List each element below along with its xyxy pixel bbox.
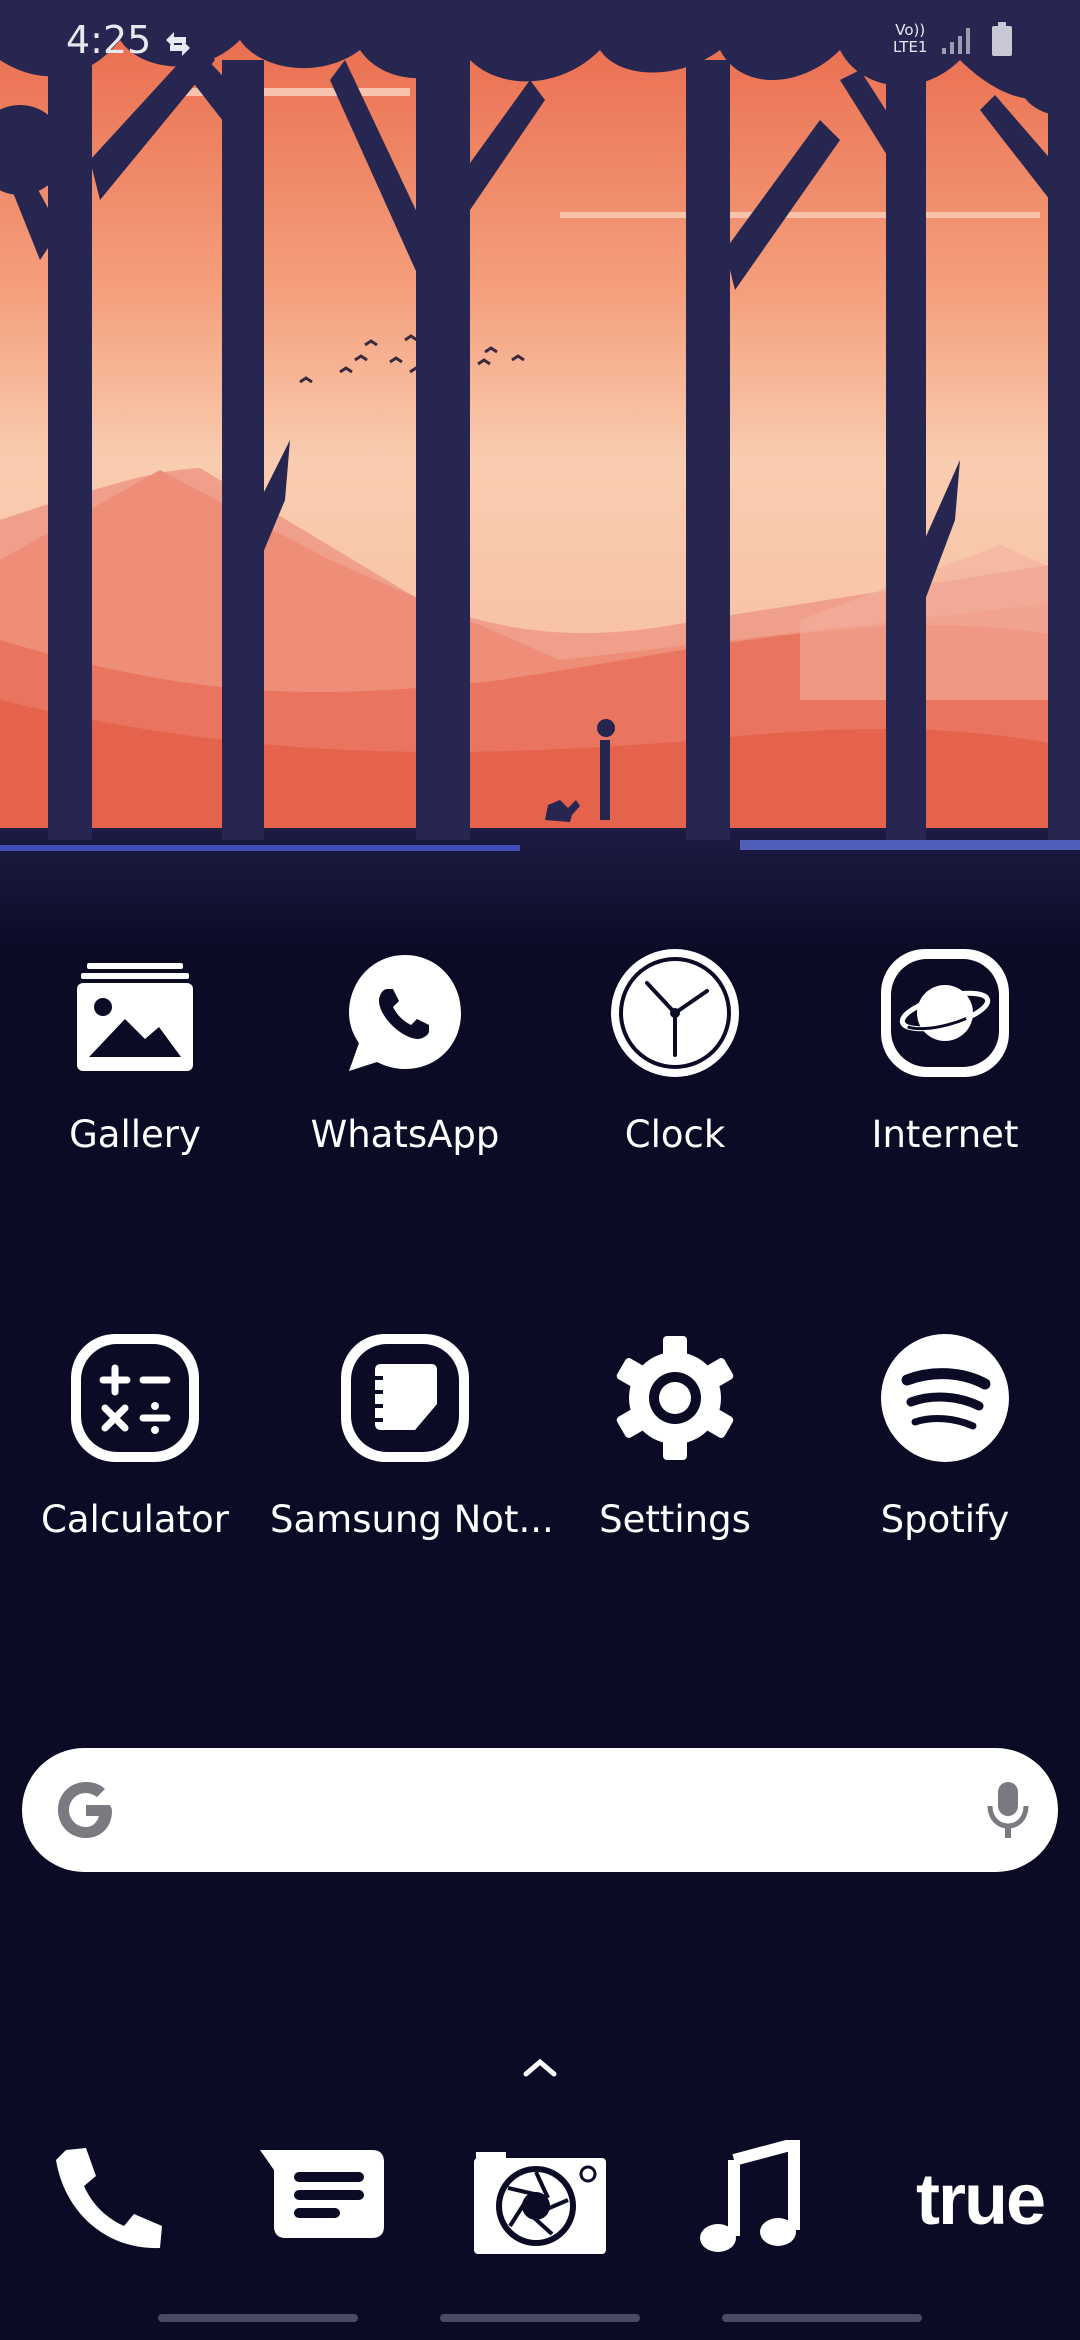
app-label: Samsung Not... bbox=[270, 1498, 554, 1541]
app-label: Gallery bbox=[69, 1113, 201, 1156]
spotify-icon bbox=[881, 1334, 1009, 1462]
network-label-bottom: LTE1 bbox=[893, 38, 928, 56]
gallery-icon bbox=[77, 963, 193, 1071]
status-time: 4:25 bbox=[66, 18, 152, 62]
music-icon bbox=[700, 2136, 800, 2252]
network-label-top: Vo)) bbox=[895, 21, 926, 39]
wallpaper bbox=[0, 0, 1080, 950]
calculator-icon bbox=[71, 1334, 199, 1462]
gear-icon bbox=[616, 1336, 734, 1460]
app-label: Internet bbox=[871, 1113, 1019, 1156]
phone-icon bbox=[56, 2148, 162, 2249]
chevron-up-icon[interactable] bbox=[520, 2054, 560, 2082]
app-label: WhatsApp bbox=[310, 1113, 500, 1156]
whatsapp-icon bbox=[349, 955, 461, 1071]
nav-handle-center[interactable] bbox=[440, 2314, 640, 2322]
internet-icon bbox=[881, 949, 1009, 1077]
nav-handle-right[interactable] bbox=[722, 2314, 922, 2322]
volte-icon: Vo)) LTE1 bbox=[893, 22, 927, 56]
mic-icon[interactable] bbox=[986, 1778, 1030, 1842]
nav-handle-left[interactable] bbox=[158, 2314, 358, 2322]
app-label: Spotify bbox=[880, 1498, 1010, 1541]
dock-messages[interactable] bbox=[254, 2140, 394, 2260]
clock-icon bbox=[611, 949, 739, 1077]
app-label: Calculator bbox=[41, 1498, 229, 1541]
status-bar: 4:25 Vo)) LTE1 bbox=[0, 0, 1080, 90]
dock-phone[interactable] bbox=[44, 2140, 184, 2260]
data-transfer-icon bbox=[160, 26, 196, 66]
true-app-icon: true bbox=[915, 2160, 1046, 2240]
camera-icon bbox=[474, 2152, 606, 2254]
app-label: Clock bbox=[624, 1113, 726, 1156]
app-label: Settings bbox=[599, 1498, 751, 1541]
dock-music[interactable] bbox=[690, 2136, 830, 2260]
dock-true-app[interactable]: true bbox=[900, 2140, 1060, 2260]
messages-icon bbox=[260, 2150, 384, 2238]
google-search-bar[interactable] bbox=[22, 1748, 1058, 1872]
google-g-icon bbox=[58, 1782, 112, 1838]
battery-icon bbox=[990, 22, 1014, 62]
samsung-notes-icon bbox=[341, 1334, 469, 1462]
signal-icon bbox=[940, 24, 972, 60]
dock-camera[interactable] bbox=[470, 2140, 610, 2260]
